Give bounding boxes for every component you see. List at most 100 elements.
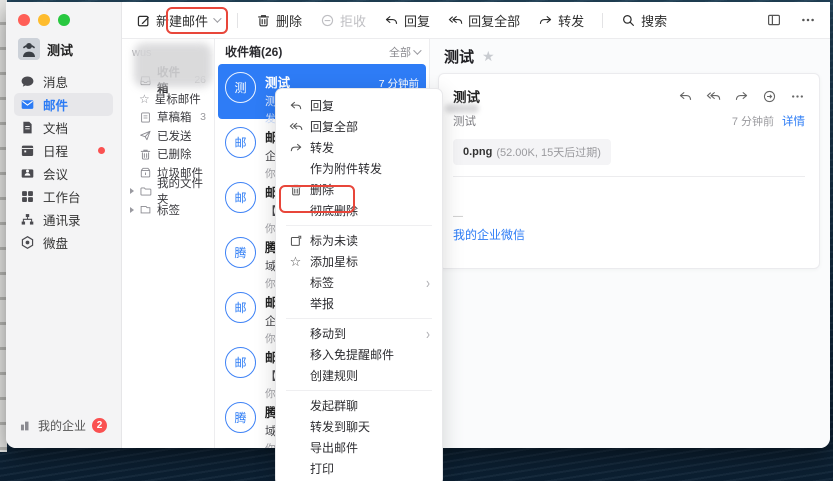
- folder-sent[interactable]: 已发送: [122, 127, 214, 146]
- minimize-button[interactable]: [38, 14, 50, 26]
- more-icon[interactable]: [790, 89, 805, 104]
- my-company-label: 我的企业: [38, 417, 86, 434]
- sidebar-item-calendar[interactable]: 日程: [14, 139, 113, 162]
- submenu-arrow-icon: ›: [426, 273, 430, 291]
- menu-item-delete-permanently[interactable]: 彻底删除: [276, 200, 442, 221]
- body-link[interactable]: 我的企业微信: [453, 226, 525, 243]
- menu-item-print[interactable]: 打印: [276, 458, 442, 479]
- reply-all-icon[interactable]: [706, 89, 721, 104]
- menu-item-move-to[interactable]: 移动到 ›: [276, 323, 442, 344]
- avatar: 腾: [225, 402, 256, 433]
- filter-dropdown[interactable]: 全部: [389, 44, 419, 60]
- folder-label: 星标邮件: [155, 91, 201, 107]
- reply-button[interactable]: 回复: [384, 11, 430, 30]
- folder-starred[interactable]: ☆ 星标邮件: [122, 90, 214, 109]
- menu-item-report[interactable]: 举报: [276, 293, 442, 314]
- menu-item-tags[interactable]: 标签 ›: [276, 272, 442, 293]
- menu-item-delete[interactable]: 删除: [276, 179, 442, 200]
- mail-toolbar: 新建邮件 删除 拒收 回复 回复全部 转发: [122, 2, 830, 39]
- folder-deleted[interactable]: 已删除: [122, 145, 214, 164]
- signature-dash: —: [453, 211, 805, 222]
- more-icon[interactable]: [800, 12, 816, 28]
- compose-button[interactable]: 新建邮件: [136, 11, 219, 30]
- building-icon: [18, 419, 32, 433]
- sidebar-item-docs[interactable]: 文档: [14, 116, 113, 139]
- sidebar-item-label: 邮件: [43, 95, 68, 114]
- zoom-button[interactable]: [58, 14, 70, 26]
- detail-link[interactable]: 详情: [782, 113, 805, 129]
- attachment-chip[interactable]: 0.png (52.00K, 15天后过期): [453, 139, 611, 165]
- folder-label: 标签: [157, 202, 180, 218]
- expand-caret-icon[interactable]: [130, 188, 134, 194]
- filter-label: 全部: [389, 44, 411, 60]
- menu-label: 创建规则: [310, 367, 358, 384]
- folder-my-folders[interactable]: 我的文件夹: [122, 182, 214, 201]
- menu-item-start-group-chat[interactable]: 发起群聊: [276, 395, 442, 416]
- menu-label: 转发到聊天: [310, 418, 370, 435]
- avatar: 邮: [225, 347, 256, 378]
- forward-to-chat-icon[interactable]: [762, 89, 777, 104]
- menu-item-forward-as-attachment[interactable]: 作为附件转发: [276, 158, 442, 179]
- chevron-down-icon: [213, 14, 221, 22]
- sidebar-item-label: 通讯录: [43, 210, 81, 229]
- menu-item-forward[interactable]: 转发: [276, 137, 442, 158]
- reject-icon: [320, 13, 335, 28]
- sidebar-item-workbench[interactable]: 工作台: [14, 185, 113, 208]
- forward-button[interactable]: 转发: [538, 11, 584, 30]
- reply-all-button[interactable]: 回复全部: [448, 11, 520, 30]
- sidebar-item-contacts[interactable]: 通讯录: [14, 208, 113, 231]
- draft-icon: [139, 111, 152, 124]
- menu-item-create-rule[interactable]: 创建规则: [276, 365, 442, 386]
- card-subject: 测试: [453, 113, 476, 129]
- star-toggle-icon[interactable]: ★: [482, 48, 495, 65]
- star-icon: ☆: [139, 93, 150, 105]
- notification-dot: [98, 147, 105, 154]
- reply-icon[interactable]: [678, 89, 693, 104]
- close-button[interactable]: [18, 14, 30, 26]
- junk-icon: [139, 166, 152, 179]
- search-icon: [621, 13, 636, 28]
- app-sidebar: 测试 消息 邮件 文档 日程: [6, 2, 122, 448]
- contacts-icon: [20, 212, 35, 227]
- menu-item-mark-unread[interactable]: 标为未读: [276, 230, 442, 251]
- company-badge: 2: [92, 418, 107, 433]
- folder-drafts[interactable]: 草稿箱 3: [122, 108, 214, 127]
- sidebar-item-meeting[interactable]: 会议: [14, 162, 113, 185]
- menu-label: 移入免提醒邮件: [310, 346, 394, 363]
- sent-icon: [139, 129, 152, 142]
- menu-item-add-star[interactable]: ☆ 添加星标: [276, 251, 442, 272]
- menu-item-reply[interactable]: 回复: [276, 95, 442, 116]
- sidebar-item-label: 微盘: [43, 233, 68, 252]
- layout-toggle-icon[interactable]: [766, 12, 782, 28]
- mail-title: 测试: [444, 46, 474, 67]
- card-divider: [453, 176, 805, 177]
- menu-item-reply-all[interactable]: 回复全部: [276, 116, 442, 137]
- workbench-icon: [20, 189, 35, 204]
- search-button[interactable]: 搜索: [621, 11, 667, 30]
- trash-icon: [139, 148, 152, 161]
- menu-divider: [286, 318, 432, 319]
- my-company-button[interactable]: 我的企业 2: [18, 417, 107, 434]
- menu-item-export-mail[interactable]: 导出邮件: [276, 437, 442, 458]
- reply-icon: [289, 99, 303, 113]
- sidebar-item-label: 文档: [43, 118, 68, 137]
- attachment-meta: (52.00K, 15天后过期): [496, 144, 601, 160]
- delete-button[interactable]: 删除: [256, 11, 302, 30]
- menu-item-move-no-alert[interactable]: 移入免提醒邮件: [276, 344, 442, 365]
- mail-icon: [20, 97, 35, 112]
- reply-all-icon: [448, 13, 463, 28]
- sidebar-item-drive[interactable]: 微盘: [14, 231, 113, 254]
- sidebar-item-messages[interactable]: 消息: [14, 70, 113, 93]
- menu-label: 回复: [310, 97, 334, 114]
- mail-title-row: 测试 ★: [430, 39, 830, 67]
- user-profile[interactable]: 测试: [6, 26, 121, 60]
- forward-icon[interactable]: [734, 89, 749, 104]
- sidebar-item-label: 日程: [43, 141, 68, 160]
- toolbar-divider: [237, 13, 238, 28]
- expand-caret-icon[interactable]: [130, 207, 134, 213]
- avatar: [18, 38, 40, 60]
- sidebar-item-mail[interactable]: 邮件: [14, 93, 113, 116]
- menu-item-forward-to-chat[interactable]: 转发到聊天: [276, 416, 442, 437]
- mark-unread-icon: [289, 234, 303, 248]
- reject-button[interactable]: 拒收: [320, 11, 366, 30]
